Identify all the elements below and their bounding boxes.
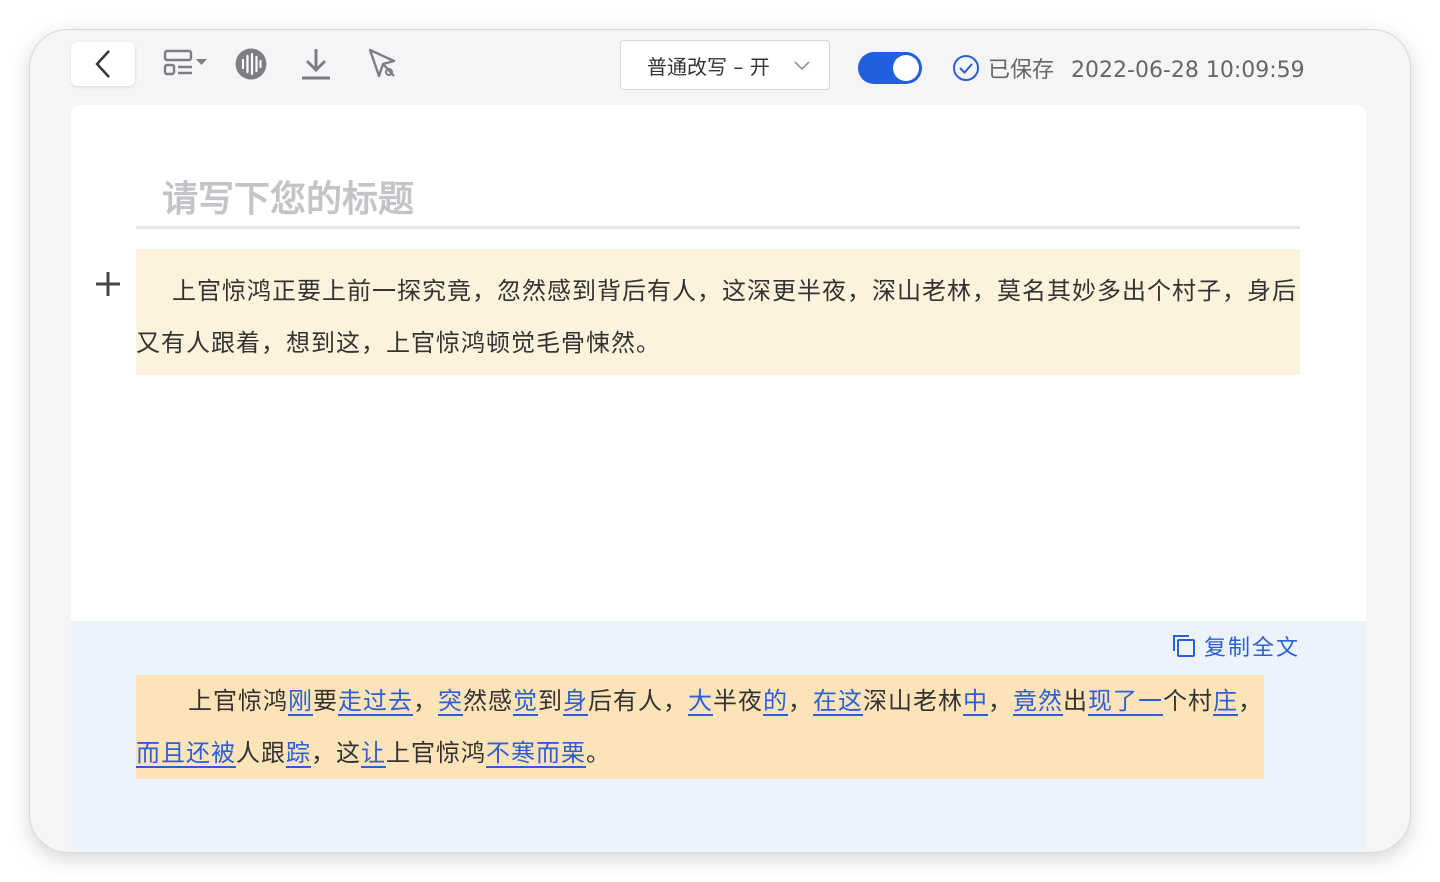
toggle-knob [893,55,919,81]
back-icon [95,50,110,78]
text-segment: 人跟 [236,739,286,767]
text-segment: 要 [313,687,338,715]
download-button[interactable] [296,47,336,81]
chevron-down-icon [794,61,810,71]
text-segment: 后有人， [588,687,688,715]
text-segment: ，这 [311,739,361,767]
saved-label: 已保存 [988,58,1055,83]
back-button[interactable] [71,42,135,86]
text-segment: 个村 [1163,687,1213,715]
copy-all-button[interactable]: 复制全文 [1172,631,1300,661]
changed-word[interactable]: 让 [361,739,386,767]
text-segment: 到 [538,687,563,715]
changed-word[interactable]: 刚 [288,687,313,715]
text-segment: ， [1238,687,1263,715]
text-segment: 深山老林 [863,687,963,715]
changed-word[interactable]: 庄 [1213,687,1238,715]
audio-wave-icon [235,48,267,80]
rewrite-mode-label: 普通改写 – 开 [647,54,770,79]
audio-button[interactable] [231,47,271,81]
changed-word[interactable]: 大 [688,687,713,715]
add-block-button[interactable] [93,269,123,299]
saved-time: 2022-06-28 10:09:59 [1071,58,1305,83]
layout-menu-icon [163,49,207,76]
rewrite-result-panel: 复制全文 上官惊鸿刚要走过去，突然感觉到身后有人，大半夜的，在这深山老林中，竟然… [71,621,1366,852]
source-paragraph[interactable]: 上官惊鸿正要上前一探究竟，忽然感到背后有人，这深更半夜，深山老林，莫名其妙多出个… [136,249,1300,375]
changed-word[interactable]: 在这 [813,687,863,715]
rewritten-paragraph: 上官惊鸿刚要走过去，突然感觉到身后有人，大半夜的，在这深山老林中，竟然出现了一个… [136,675,1264,779]
changed-word[interactable]: 觉 [513,687,538,715]
text-segment: 出 [1063,687,1088,715]
rewrite-toggle[interactable] [858,52,922,84]
text-segment: ， [988,687,1013,715]
toolbar: 普通改写 – 开 已保存 2022-06-28 10:09:59 [30,30,1410,102]
magic-button[interactable] [362,47,402,81]
text-segment: 上官惊鸿 [188,687,288,715]
app-window: 普通改写 – 开 已保存 2022-06-28 10:09:59 请写下您的标题… [30,30,1410,852]
changed-word[interactable]: 竟然 [1013,687,1063,715]
changed-word[interactable]: 踪 [286,739,311,767]
title-input[interactable] [136,173,1300,229]
text-segment: ， [788,687,813,715]
plus-icon [96,272,120,296]
rewrite-mode-select[interactable]: 普通改写 – 开 [620,40,830,90]
text-segment: ， [413,687,438,715]
text-segment: 上官惊鸿 [386,739,486,767]
changed-word[interactable]: 而且还被 [136,739,236,767]
text-segment: 。 [586,739,611,767]
changed-word[interactable]: 的 [763,687,788,715]
text-segment: 半夜 [713,687,763,715]
changed-word[interactable]: 现了一 [1088,687,1163,715]
text-segment: 然感 [463,687,513,715]
changed-word[interactable]: 突 [438,687,463,715]
download-icon [302,49,330,80]
changed-word[interactable]: 不寒而栗 [486,739,586,767]
magic-wand-icon [368,48,396,78]
copy-icon [1172,635,1195,657]
copy-all-label: 复制全文 [1203,636,1300,661]
editor-panel: 上官惊鸿正要上前一探究竟，忽然感到背后有人，这深更半夜，深山老林，莫名其妙多出个… [71,105,1366,621]
save-status: 已保存 2022-06-28 10:09:59 [952,52,1305,84]
changed-word[interactable]: 走过去 [338,687,413,715]
check-circle-icon [953,55,979,81]
layout-menu-button[interactable] [162,47,212,81]
changed-word[interactable]: 身 [563,687,588,715]
changed-word[interactable]: 中 [963,687,988,715]
